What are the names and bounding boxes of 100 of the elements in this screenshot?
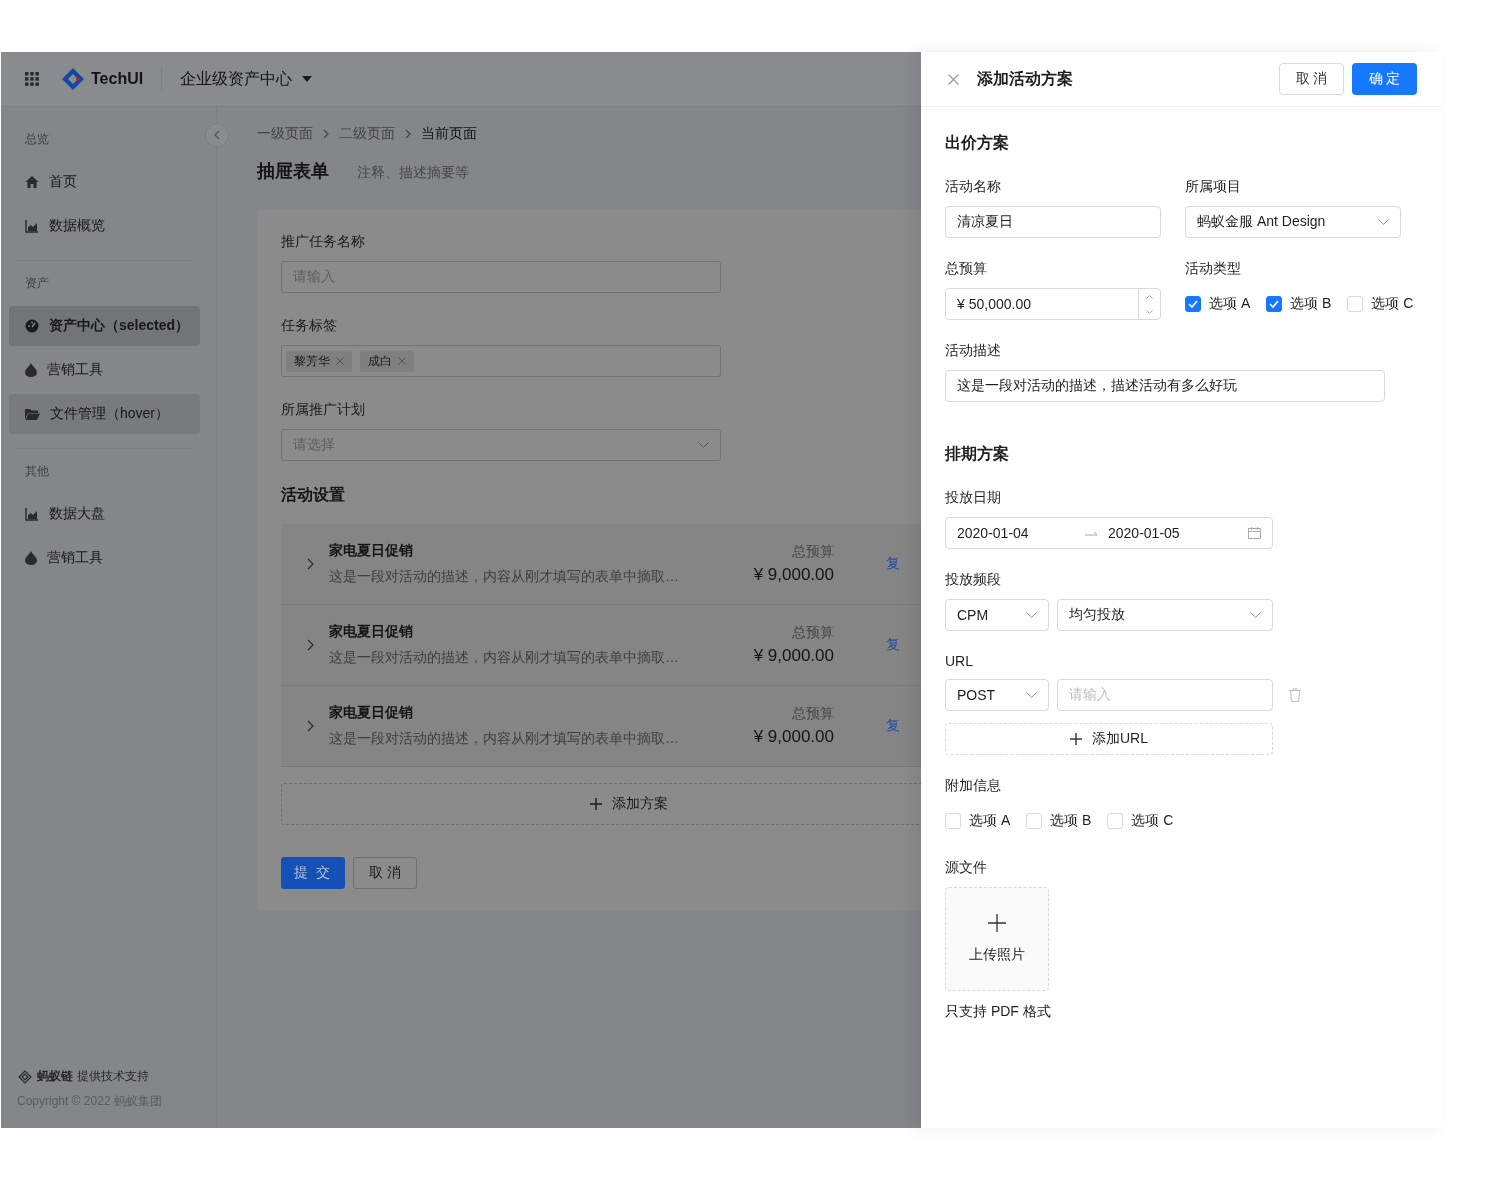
page-subtitle: 注释、描述摘要等 — [357, 164, 469, 182]
number-input-field[interactable]: ¥ 50,000.00 — [945, 288, 1161, 320]
chevron-right-icon[interactable] — [307, 720, 314, 732]
chart-icon — [25, 219, 39, 233]
checkbox-label[interactable]: 选项 C — [1371, 295, 1414, 313]
chevron-up-icon[interactable] — [1146, 294, 1153, 299]
chevron-down-icon — [1026, 692, 1037, 698]
support-brand: 蚂蚁链 — [37, 1068, 73, 1085]
checkbox-label[interactable]: 选项 B — [1290, 295, 1332, 313]
home-icon — [25, 175, 39, 189]
caret-icon[interactable] — [302, 76, 313, 82]
select-field[interactable]: 蚂蚁金服 Ant Design — [1185, 206, 1401, 238]
field-label: 推广任务名称 — [281, 233, 366, 251]
sidebar-item[interactable]: 文件管理（hover） — [9, 394, 200, 434]
drop-icon — [25, 551, 37, 565]
budget-value: ¥ 9,000.00 — [752, 727, 834, 747]
menu-group-title: 总览 — [24, 131, 50, 148]
date-range-field[interactable]: 2020-01-04 2020-01-05 — [945, 517, 1273, 549]
plan-title: 家电夏日促销 — [329, 704, 414, 722]
tags-field[interactable]: 黎芳华 成白 — [281, 345, 721, 377]
budget-value: ¥ 9,000.00 — [752, 565, 834, 585]
brand-name: TechUI — [91, 70, 144, 88]
select-field[interactable]: CPM — [945, 599, 1049, 631]
apps-grid-icon[interactable] — [25, 72, 39, 86]
close-icon[interactable] — [948, 73, 959, 85]
logo-icon — [61, 67, 85, 91]
plan-title: 家电夏日促销 — [329, 623, 414, 641]
menu-group-title: 其他 — [24, 463, 50, 480]
field-label: URL — [945, 653, 974, 669]
chevron-right-icon[interactable] — [307, 558, 314, 570]
support-text: 提供技术支持 — [77, 1068, 149, 1085]
breadcrumb-link[interactable]: 当前页面 — [421, 125, 477, 143]
menu-group-title: 资产 — [24, 275, 50, 292]
folder-icon — [25, 408, 40, 420]
drop-icon — [25, 363, 37, 377]
upload-button[interactable]: 上传照片 — [945, 887, 1049, 991]
breadcrumb-link[interactable]: 一级页面 — [257, 125, 313, 143]
confirm-button[interactable]: 确 定 — [1352, 63, 1417, 95]
plan-title: 家电夏日促销 — [329, 542, 414, 560]
field-label: 活动名称 — [945, 178, 1002, 196]
chevron-right-icon — [323, 129, 329, 139]
chevron-right-icon[interactable] — [307, 639, 314, 651]
select-field[interactable]: 均匀投放 — [1057, 599, 1273, 631]
sidebar-item[interactable]: 营销工具 — [9, 538, 200, 578]
input-field[interactable]: 清凉夏日 — [945, 206, 1161, 238]
delete-icon[interactable] — [1289, 688, 1301, 702]
sidebar-item[interactable]: 营销工具 — [9, 350, 200, 390]
sidebar-item[interactable]: 资产中心（selected） — [9, 306, 200, 346]
chevron-left-icon — [214, 130, 220, 140]
field-label: 所属推广计划 — [281, 401, 366, 419]
chevron-down-icon — [1026, 612, 1037, 618]
field-label: 投放日期 — [945, 489, 1002, 507]
field-label: 活动类型 — [1185, 260, 1242, 278]
field-label: 附加信息 — [945, 777, 1002, 795]
chevron-down-icon — [1378, 219, 1389, 225]
checkbox-label[interactable]: 选项 B — [1050, 812, 1092, 830]
chevron-down-icon — [1250, 612, 1261, 618]
section-title: 活动设置 — [281, 485, 346, 505]
cancel-button[interactable]: 取 消 — [353, 857, 417, 889]
chevron-right-icon — [405, 129, 411, 139]
checkbox-label[interactable]: 选项 A — [969, 812, 1011, 830]
input-field[interactable]: 这是一段对活动的描述，描述活动有多么好玩 — [945, 370, 1385, 402]
budget-label: 总预算 — [791, 543, 834, 561]
checkbox[interactable] — [1185, 296, 1201, 312]
section-title: 排期方案 — [945, 444, 1010, 464]
page-title: 抽屉表单 — [257, 160, 329, 183]
sidebar-item[interactable]: 数据大盘 — [9, 494, 200, 534]
upload-hint: 只支持 PDF 格式 — [945, 1003, 1052, 1021]
plus-icon — [1070, 733, 1082, 745]
field-label: 所属项目 — [1185, 178, 1242, 196]
checkbox-label[interactable]: 选项 C — [1131, 812, 1174, 830]
close-icon[interactable] — [398, 357, 406, 365]
drawer-title: 添加活动方案 — [977, 68, 1074, 89]
sidebar-item[interactable]: 首页 — [9, 162, 200, 202]
dashboard-icon — [25, 319, 39, 333]
field-label: 任务标签 — [281, 317, 338, 335]
submit-button[interactable]: 提 交 — [281, 857, 345, 889]
field-label: 总预算 — [945, 260, 988, 278]
budget-label: 总预算 — [791, 624, 834, 642]
checkbox[interactable] — [1266, 296, 1283, 312]
calendar-icon — [1248, 527, 1261, 539]
check-icon — [1188, 300, 1198, 308]
add-url-button[interactable]: 添加URL — [945, 723, 1273, 755]
tag: 黎芳华 — [286, 350, 352, 372]
cancel-button[interactable]: 取 消 — [1279, 63, 1344, 95]
budget-value: ¥ 9,000.00 — [752, 646, 834, 666]
app-switcher[interactable]: 企业级资产中心 — [180, 68, 293, 90]
field-label: 投放频段 — [945, 571, 1002, 589]
check-icon — [1269, 300, 1280, 308]
field-label: 源文件 — [945, 859, 988, 877]
field-label: 活动描述 — [945, 342, 1002, 360]
budget-label: 总预算 — [791, 705, 834, 723]
chevron-down-icon — [698, 442, 709, 448]
chart-icon — [25, 507, 39, 521]
close-icon[interactable] — [336, 357, 344, 365]
select-field[interactable]: POST — [945, 679, 1049, 711]
checkbox-label[interactable]: 选项 A — [1209, 295, 1251, 313]
chevron-down-icon[interactable] — [1146, 309, 1153, 314]
collapse-button[interactable] — [205, 123, 229, 147]
sidebar-item[interactable]: 数据概览 — [9, 206, 200, 246]
